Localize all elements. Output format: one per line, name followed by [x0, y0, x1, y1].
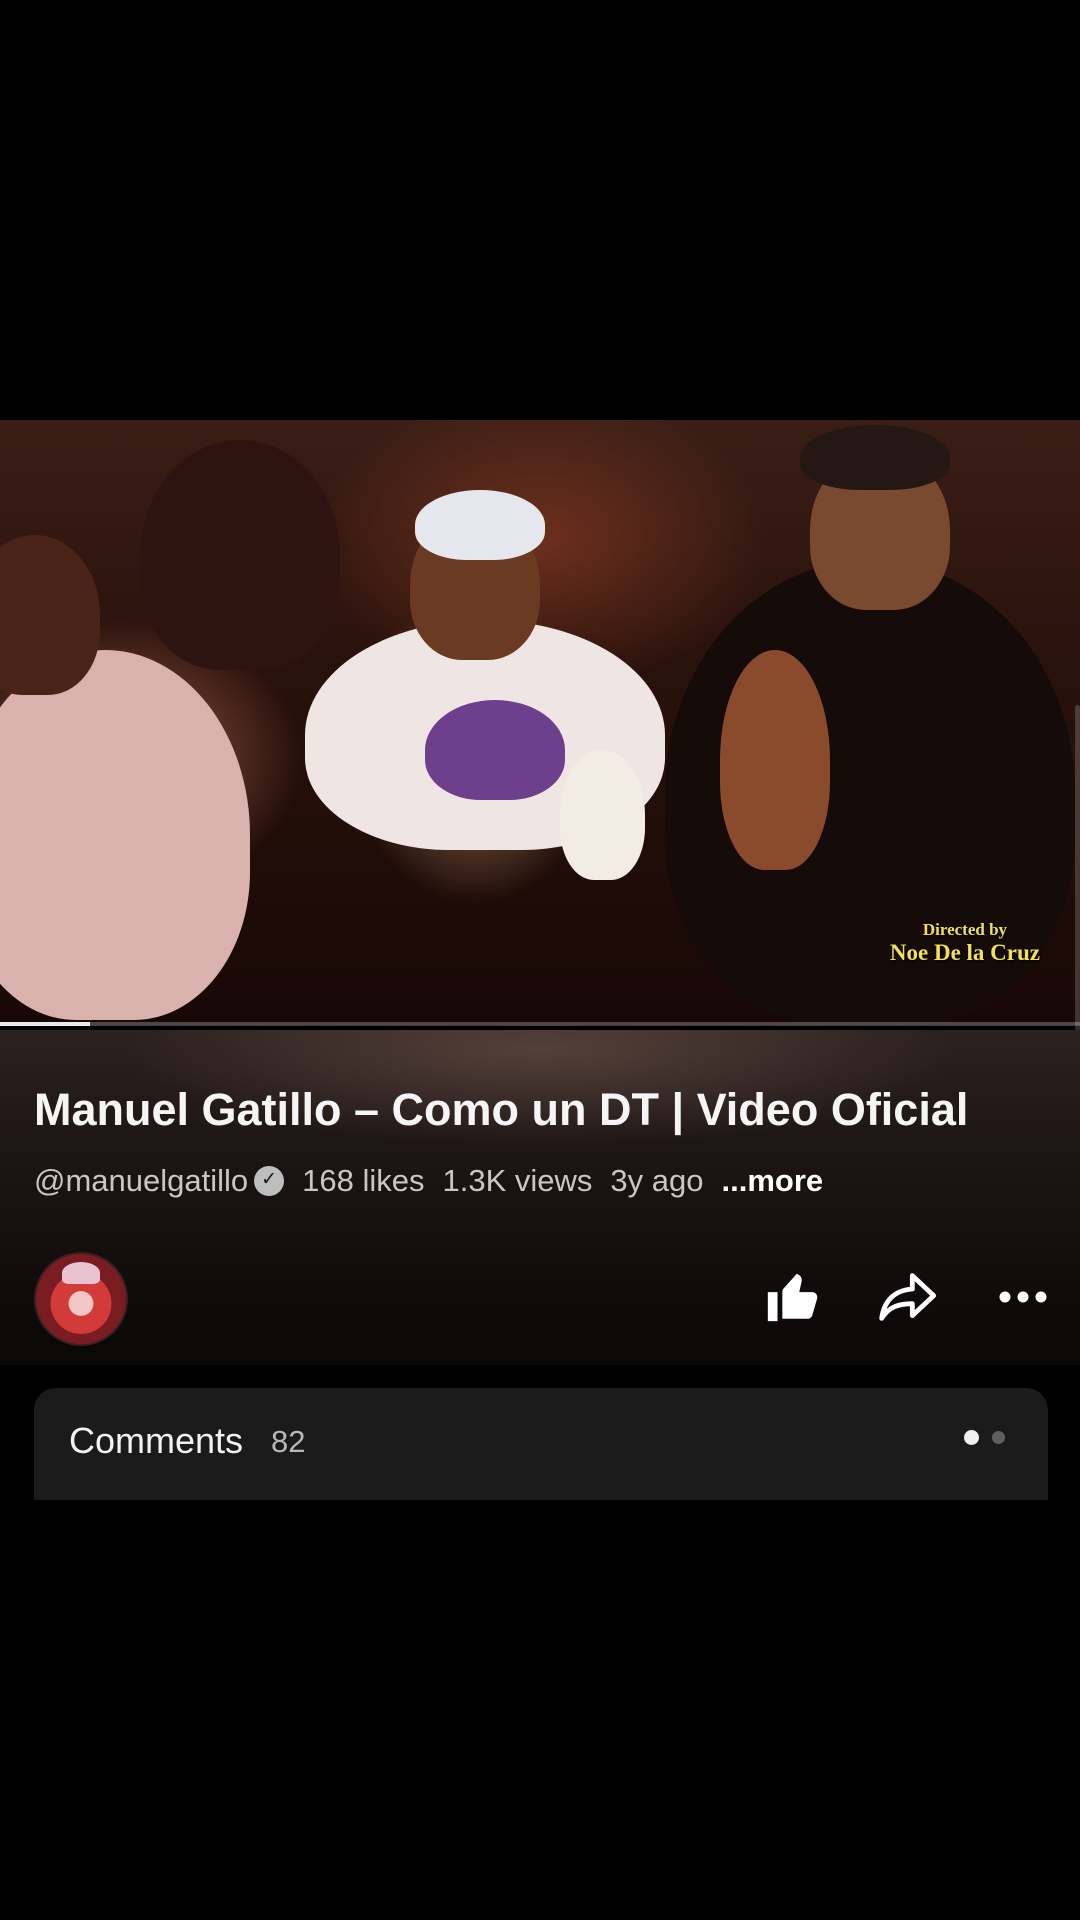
- avatar-cap-detail: [62, 1262, 100, 1284]
- video-frame-person-center-cap: [415, 490, 545, 560]
- video-frame-person-back: [140, 440, 340, 670]
- view-count: 1.3K views: [442, 1163, 593, 1198]
- shorts-player-page: Directed by Noe De la Cruz Manuel Gatill…: [0, 0, 1080, 1920]
- comments-label: Comments: [69, 1420, 244, 1461]
- credit-line-1: Directed by: [922, 920, 1008, 939]
- thumbs-up-icon: [767, 1273, 818, 1322]
- page-indicator-dot: [992, 1431, 1005, 1444]
- video-player[interactable]: Directed by Noe De la Cruz: [0, 420, 1080, 1025]
- share-button[interactable]: [872, 1262, 942, 1332]
- channel-avatar[interactable]: [34, 1252, 128, 1346]
- video-frame-shirt-print: [425, 700, 565, 800]
- video-frame-person-left-head: [0, 535, 100, 695]
- share-arrow-icon: [879, 1273, 937, 1321]
- video-frame-person-right-arm: [720, 650, 830, 870]
- video-frame-cup: [560, 750, 645, 880]
- channel-handle[interactable]: @manuelgatillo: [34, 1163, 248, 1199]
- scroll-indicator[interactable]: [1075, 705, 1080, 1045]
- comments-section[interactable]: Comments 82: [34, 1388, 1048, 1500]
- video-director-credit: Directed by Noe De la Cruz: [890, 920, 1040, 966]
- page-indicator-dot-active: [964, 1430, 979, 1445]
- comments-count: 82: [271, 1424, 306, 1459]
- video-frame-person-left: [0, 650, 250, 1020]
- verified-badge-icon: [254, 1166, 285, 1196]
- like-count: 168 likes: [302, 1163, 425, 1198]
- video-title: Manuel Gatillo – Como un DT | Video Ofic…: [34, 1084, 969, 1135]
- more-description-link[interactable]: ...more: [721, 1163, 823, 1199]
- like-button[interactable]: [757, 1262, 827, 1332]
- video-progress-fill: [0, 1022, 90, 1026]
- more-dots-icon: [999, 1291, 1047, 1303]
- upload-age: 3y ago: [610, 1163, 704, 1198]
- video-progress-bar[interactable]: [0, 1022, 1080, 1026]
- video-frame-person-right-cap: [800, 425, 950, 490]
- more-options-button[interactable]: [988, 1262, 1058, 1332]
- credit-line-2: Noe De la Cruz: [889, 940, 1040, 965]
- video-meta-row: @manuelgatillo 168 likes 1.3K views 3y a…: [34, 1163, 823, 1199]
